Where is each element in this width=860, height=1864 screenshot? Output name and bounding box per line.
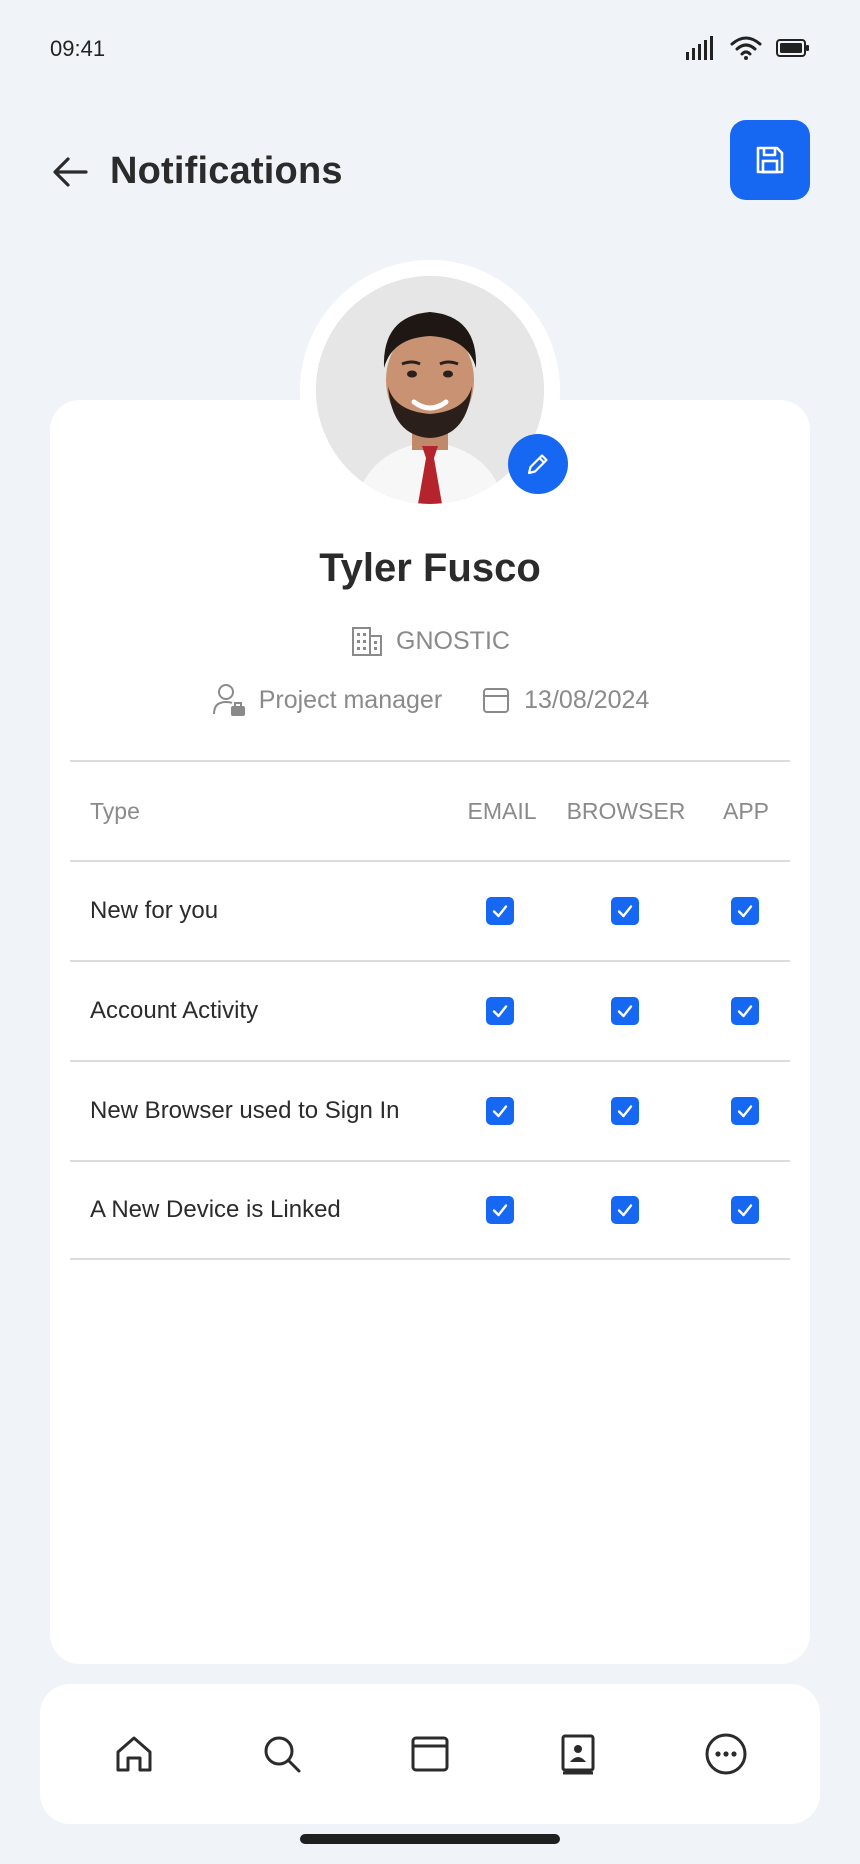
header-type: Type: [90, 797, 140, 824]
app-checkbox[interactable]: [731, 997, 759, 1025]
wifi-icon: [730, 36, 762, 60]
user-briefcase-icon: [212, 684, 245, 716]
profile-role: Project manager: [258, 685, 443, 714]
search-icon: [264, 1736, 301, 1773]
page-title: Notifications: [110, 150, 343, 192]
app-checkbox[interactable]: [731, 1097, 759, 1125]
nav-search[interactable]: [252, 1724, 312, 1784]
check-icon: [617, 1204, 633, 1217]
header-browser: BROWSER: [566, 797, 686, 824]
profile-name: Tyler Fusco: [319, 546, 541, 590]
arrow-left-icon: [53, 157, 88, 187]
pencil-icon: [527, 454, 548, 475]
check-icon: [737, 905, 753, 918]
save-icon: [756, 146, 784, 174]
check-icon: [617, 1105, 633, 1118]
meta-row: Project manager 13/08/2024: [0, 682, 860, 718]
row-type-label: A New Device is Linked: [90, 1196, 341, 1223]
table-row: Account Activity: [70, 960, 790, 1060]
row-type-label: New for you: [90, 897, 219, 924]
back-button[interactable]: [48, 150, 92, 194]
save-button[interactable]: [730, 120, 810, 200]
more-icon: [705, 1733, 747, 1775]
table-row: New for you: [70, 860, 790, 960]
check-icon: [492, 905, 508, 918]
table-header-row: Type EMAIL BROWSER APP: [70, 760, 790, 860]
notification-table: Type EMAIL BROWSER APP New for you Accou…: [70, 760, 790, 1260]
header-app: APP: [722, 797, 770, 824]
table-row: New Browser used to Sign In: [70, 1060, 790, 1160]
header-email: EMAIL: [467, 797, 537, 824]
company-name: GNOSTIC: [396, 626, 510, 655]
email-checkbox[interactable]: [486, 1196, 514, 1224]
company-row: GNOSTIC: [0, 624, 860, 658]
home-indicator: [300, 1834, 560, 1844]
check-icon: [617, 905, 633, 918]
contacts-icon: [561, 1734, 595, 1775]
window-icon: [411, 1736, 449, 1772]
calendar-icon: [483, 688, 510, 713]
row-type-label: Account Activity: [90, 997, 259, 1024]
nav-more[interactable]: [696, 1724, 756, 1784]
row-type-label: New Browser used to Sign In: [90, 1097, 400, 1124]
status-icons: [686, 36, 810, 60]
nav-contacts[interactable]: [548, 1724, 608, 1784]
check-icon: [617, 1005, 633, 1018]
check-icon: [737, 1105, 753, 1118]
nav-home[interactable]: [104, 1724, 164, 1784]
home-icon: [116, 1736, 152, 1772]
email-checkbox[interactable]: [486, 997, 514, 1025]
nav-window[interactable]: [400, 1724, 460, 1784]
email-checkbox[interactable]: [486, 897, 514, 925]
browser-checkbox[interactable]: [611, 997, 639, 1025]
browser-checkbox[interactable]: [611, 897, 639, 925]
app-checkbox[interactable]: [731, 897, 759, 925]
check-icon: [737, 1005, 753, 1018]
profile-date: 13/08/2024: [524, 685, 650, 714]
check-icon: [492, 1204, 508, 1217]
signal-icon: [686, 36, 713, 60]
battery-icon: [776, 39, 809, 57]
edit-avatar-button[interactable]: [508, 434, 568, 494]
building-icon: [352, 627, 383, 656]
email-checkbox[interactable]: [486, 1097, 514, 1125]
browser-checkbox[interactable]: [611, 1196, 639, 1224]
check-icon: [492, 1005, 508, 1018]
bottom-nav: [40, 1684, 820, 1824]
browser-checkbox[interactable]: [611, 1097, 639, 1125]
status-time: 09:41: [50, 36, 106, 61]
app-checkbox[interactable]: [731, 1196, 759, 1224]
status-bar: 09:41: [0, 0, 860, 100]
table-row: A New Device is Linked: [70, 1160, 790, 1260]
check-icon: [737, 1204, 753, 1217]
check-icon: [492, 1105, 508, 1118]
